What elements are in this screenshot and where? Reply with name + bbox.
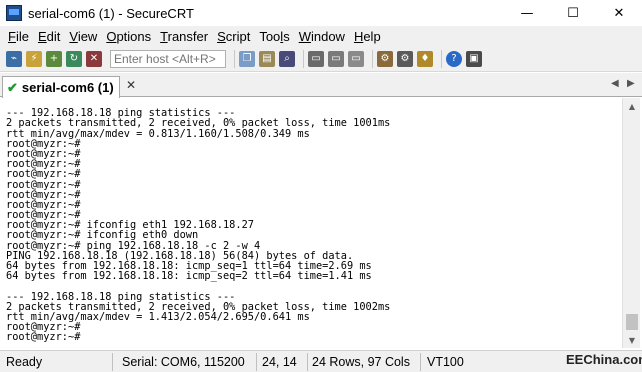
toolbar-separator [372,49,373,68]
close-icon: ✕ [613,5,625,21]
terminal-line: root@myzr:~# [6,158,81,171]
scroll-down-icon[interactable]: ▼ [623,332,641,348]
terminal-line: rtt min/avg/max/mdev = 0.813/1.160/1.508… [6,127,310,140]
maximize-icon: ☐ [567,5,579,21]
securecrt-app-icon [6,5,22,21]
connect-tab-icon[interactable]: + [46,50,62,67]
terminal-line: root@myzr:~# [6,198,81,211]
minimize-icon: — [520,5,534,21]
menu-view[interactable]: View [69,29,97,44]
status-bar: Ready Serial: COM6, 115200 24, 14 24 Row… [0,350,642,372]
find-icon[interactable]: ⌕ [279,50,295,67]
status-cursor: 24, 14 [262,355,297,369]
global-options-icon[interactable]: ⚙ [397,50,413,67]
toolbar: ⌁ ⚡ + ↻ ✕ ❐ ▤ ⌕ ▭ ▭ ▭ ⚙ ⚙ ♦ ? ▣ [0,46,642,72]
title-bar: serial-com6 (1) - SecureCRT — ☐ ✕ [0,0,642,26]
menu-edit[interactable]: Edit [38,29,60,44]
menu-bar: File Edit View Options Transfer Script T… [0,26,642,46]
terminal-line: root@myzr:~# [6,178,81,191]
session-options-icon[interactable]: ⚙ [377,50,393,67]
terminal-line: 64 bytes from 192.168.18.18: icmp_seq=2 … [6,270,372,283]
status-ready: Ready [6,355,43,369]
terminal-scrollbar[interactable]: ▲ ▼ [622,98,640,348]
scrollbar-thumb[interactable] [626,314,638,330]
paste-icon[interactable]: ▤ [259,50,275,67]
connected-check-icon: ✔ [7,79,18,95]
quick-connect-icon[interactable]: ⚡ [26,50,42,67]
status-divider [256,353,257,371]
watermark: EEChina.com [566,352,642,367]
terminal-output[interactable]: --- 192.168.18.18 ping statistics --- 2 p… [2,98,622,348]
status-divider [420,353,421,371]
terminal-line: rtt min/avg/max/mdev = 1.413/2.054/2.695… [6,310,310,323]
terminal-line: root@myzr:~# [6,321,81,334]
menu-help[interactable]: Help [354,29,381,44]
status-divider [112,353,113,371]
terminal-line: root@myzr:~# [6,188,81,201]
disconnect-icon[interactable]: ✕ [86,50,102,67]
menu-options[interactable]: Options [106,29,151,44]
toolbar-separator [234,49,235,68]
connect-icon[interactable]: ⌁ [6,50,22,67]
toolbar-separator [303,49,304,68]
minimize-button[interactable]: — [504,0,550,26]
terminal-line: root@myzr:~# [6,147,81,160]
terminal-line: root@myzr:~# [6,168,81,181]
tab-serial-com6[interactable]: ✔ serial-com6 (1) [2,76,120,98]
menu-script[interactable]: Script [217,29,250,44]
menu-tools[interactable]: Tools [259,29,289,44]
status-emulation: VT100 [427,355,464,369]
maximize-button[interactable]: ☐ [550,0,596,26]
print-selection-icon[interactable]: ▭ [348,50,364,67]
about-icon[interactable]: ▣ [466,50,482,67]
help-icon[interactable]: ? [446,50,462,67]
terminal-line: root@myzr:~# [6,137,81,150]
copy-icon[interactable]: ❐ [239,50,255,67]
menu-transfer[interactable]: Transfer [160,29,208,44]
print-setup-icon[interactable]: ▭ [328,50,344,67]
tab-prev-icon[interactable]: ◀ [611,78,619,89]
session-tab-strip: ✔ serial-com6 (1) ✕ ◀ ▶ [0,73,642,98]
keymap-icon[interactable]: ♦ [417,50,433,67]
reconnect-icon[interactable]: ↻ [66,50,82,67]
tab-next-icon[interactable]: ▶ [627,78,635,89]
menu-file[interactable]: File [8,29,29,44]
window-controls: — ☐ ✕ [504,0,642,26]
tab-label: serial-com6 (1) [21,80,114,95]
terminal-line: root@myzr:~# [6,331,81,344]
close-button[interactable]: ✕ [596,0,642,26]
status-size: 24 Rows, 97 Cols [312,355,410,369]
toolbar-separator [441,49,442,68]
host-input[interactable] [110,49,226,68]
window-title: serial-com6 (1) - SecureCRT [28,5,194,21]
print-icon[interactable]: ▭ [308,50,324,67]
scroll-up-icon[interactable]: ▲ [623,98,641,114]
tab-close-icon[interactable]: ✕ [126,78,136,92]
menu-window[interactable]: Window [299,29,345,44]
status-divider [307,353,308,371]
status-serial: Serial: COM6, 115200 [122,355,245,369]
